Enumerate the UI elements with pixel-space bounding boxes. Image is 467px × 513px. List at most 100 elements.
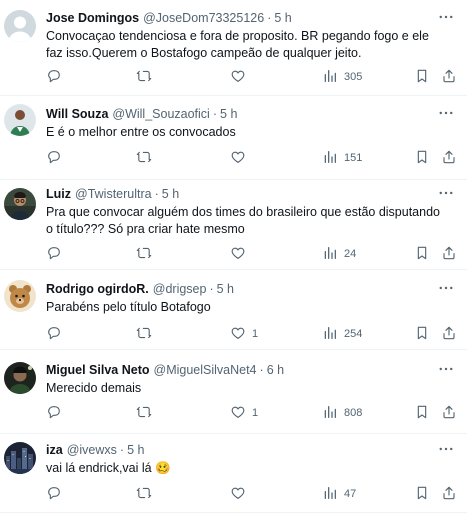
like-button[interactable]	[230, 245, 252, 263]
reply-button[interactable]	[46, 68, 68, 86]
tweet-header: Miguel Silva Neto @MiguelSilvaNet4 · 6 h	[46, 362, 459, 378]
reply-tweet[interactable]: Miguel Silva Neto @MiguelSilvaNet4 · 6 h Mer…	[0, 350, 467, 434]
like-icon	[230, 485, 246, 504]
share-button[interactable]	[441, 149, 457, 167]
replies-feed: Jose Domingos @JoseDom73325126 · 5 h Convoca…	[0, 0, 467, 513]
tweet-header: iza @ivewxs · 5 h	[46, 442, 459, 458]
reply-button[interactable]	[46, 485, 68, 503]
views-button[interactable]: 254	[322, 325, 362, 343]
views-button[interactable]: 151	[322, 149, 362, 167]
display-name[interactable]: Will Souza	[46, 106, 108, 122]
timestamp[interactable]: 5 h	[274, 10, 291, 26]
repost-button[interactable]	[136, 68, 158, 86]
bookmark-button[interactable]	[414, 325, 430, 343]
user-handle[interactable]: @Twisterultra	[75, 186, 152, 202]
share-button[interactable]	[441, 325, 457, 343]
reply-button[interactable]	[46, 149, 68, 167]
more-icon[interactable]	[437, 279, 455, 297]
avatar[interactable]	[4, 104, 36, 136]
repost-button[interactable]	[136, 245, 158, 263]
more-icon[interactable]	[437, 440, 455, 458]
more-icon[interactable]	[437, 360, 455, 378]
tweet-text: Merecido demais	[46, 381, 142, 395]
share-button[interactable]	[441, 245, 457, 263]
separator-dot: ·	[209, 282, 214, 296]
reply-button[interactable]	[46, 325, 68, 343]
user-handle[interactable]: @drigsep	[153, 281, 207, 297]
repost-icon	[136, 485, 152, 504]
reply-tweet[interactable]: Jose Domingos @JoseDom73325126 · 5 h Convoca…	[0, 0, 467, 96]
repost-button[interactable]	[136, 404, 158, 422]
more-icon[interactable]	[437, 184, 455, 202]
views-button[interactable]: 808	[322, 404, 362, 422]
share-button[interactable]	[441, 404, 457, 422]
more-icon[interactable]	[437, 104, 455, 122]
bookmark-button[interactable]	[414, 404, 430, 422]
display-name[interactable]: Rodrigo ogirdoR.	[46, 281, 149, 297]
views-count: 151	[344, 152, 363, 164]
user-handle[interactable]: @JoseDom73325126	[143, 10, 264, 26]
avatar[interactable]	[4, 362, 36, 394]
reply-tweet[interactable]: Will Souza @Will_Souzaofici · 5 h E é o melh…	[0, 96, 467, 180]
views-button[interactable]: 24	[322, 245, 356, 263]
display-name[interactable]: Miguel Silva Neto	[46, 362, 150, 378]
timestamp[interactable]: 5 h	[162, 186, 179, 202]
tweet-header: Jose Domingos @JoseDom73325126 · 5 h	[46, 10, 459, 26]
share-icon	[441, 485, 457, 504]
timestamp[interactable]: 5 h	[220, 106, 237, 122]
bookmark-icon	[414, 68, 430, 87]
bookmark-button[interactable]	[414, 68, 430, 86]
timestamp[interactable]: 5 h	[217, 281, 234, 297]
tweet-header: Luiz @Twisterultra · 5 h	[46, 186, 459, 202]
bookmark-button[interactable]	[414, 245, 430, 263]
like-button[interactable]	[230, 68, 252, 86]
separator-dot: ·	[119, 443, 125, 457]
repost-button[interactable]	[136, 485, 158, 503]
share-button[interactable]	[441, 68, 457, 86]
display-name[interactable]: Luiz	[46, 186, 71, 202]
avatar[interactable]	[4, 188, 36, 220]
avatar[interactable]	[4, 280, 36, 312]
share-icon	[441, 245, 457, 264]
like-icon	[230, 68, 246, 87]
user-handle[interactable]: @MiguelSilvaNet4	[154, 362, 257, 378]
share-button[interactable]	[441, 485, 457, 503]
views-button[interactable]: 47	[322, 485, 356, 503]
bookmark-button[interactable]	[414, 149, 430, 167]
avatar[interactable]	[4, 10, 36, 42]
bookmark-button[interactable]	[414, 485, 430, 503]
bookmark-icon	[414, 325, 430, 344]
reply-tweet[interactable]: Rodrigo ogirdoR. @drigsep · 5 h Parabéns pel…	[0, 270, 467, 350]
tweet-text: E é o melhor entre os convocados	[46, 125, 236, 139]
views-icon	[322, 325, 338, 344]
repost-icon	[136, 149, 152, 168]
more-icon[interactable]	[437, 8, 455, 26]
repost-button[interactable]	[136, 325, 158, 343]
display-name[interactable]: iza	[46, 442, 63, 458]
share-icon	[441, 68, 457, 87]
timestamp[interactable]: 6 h	[267, 362, 284, 378]
reply-tweet[interactable]: Luiz @Twisterultra · 5 h Pra que convocar al…	[0, 180, 467, 270]
bookmark-icon	[414, 404, 430, 423]
separator-dot: ·	[259, 363, 264, 377]
user-handle[interactable]: @ivewxs	[67, 442, 117, 458]
reply-tweet[interactable]: iza @ivewxs · 5 h vai lá endrick,vai lá 🥴 47	[0, 434, 467, 513]
repost-button[interactable]	[136, 149, 158, 167]
timestamp[interactable]: 5 h	[127, 442, 144, 458]
like-button[interactable]: 1	[230, 404, 258, 422]
like-button[interactable]	[230, 149, 252, 167]
views-icon	[322, 149, 338, 168]
tweet-header: Will Souza @Will_Souzaofici · 5 h	[46, 106, 459, 122]
like-button[interactable]: 1	[230, 325, 258, 343]
views-button[interactable]: 305	[322, 68, 362, 86]
display-name[interactable]: Jose Domingos	[46, 10, 139, 26]
like-button[interactable]	[230, 485, 252, 503]
reply-icon	[46, 68, 62, 87]
user-handle[interactable]: @Will_Souzaofici	[112, 106, 209, 122]
avatar[interactable]	[4, 442, 36, 474]
tweet-actions: 305	[46, 68, 459, 86]
reply-button[interactable]	[46, 404, 68, 422]
tweet-actions: 151	[46, 149, 459, 167]
reply-button[interactable]	[46, 245, 68, 263]
bookmark-icon	[414, 149, 430, 168]
